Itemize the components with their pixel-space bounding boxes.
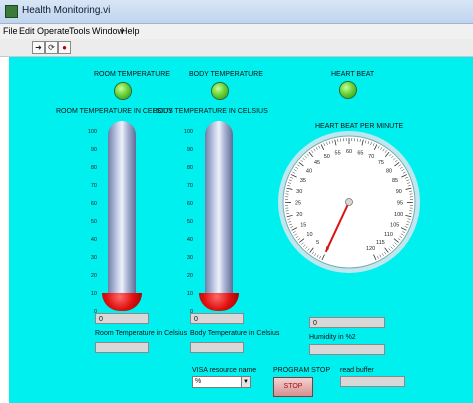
labview-app-icon [5, 5, 18, 18]
gauge-tick-label: 15 [300, 223, 306, 229]
toolbar: ➜ ⟳ ● [0, 39, 473, 57]
body-scale-tick: 100 [183, 129, 193, 135]
heart-rate-gauge: 0510152025303540455055606570758085909510… [278, 131, 420, 273]
gauge-tick-label: 10 [306, 232, 312, 238]
gauge-tick-label: 35 [300, 178, 306, 184]
gauge-tick-label: 30 [296, 189, 302, 195]
gauge-tick-label: 95 [397, 200, 403, 206]
humidity-caption: Humidity in %2 [309, 334, 356, 341]
menu-operate[interactable]: Operate [37, 26, 70, 36]
heart-led-label: HEART BEAT [331, 71, 375, 78]
menu-tools[interactable]: Tools [69, 26, 90, 36]
body-scale-tick: 10 [186, 291, 193, 297]
room-thermometer-tube [108, 121, 136, 293]
heart-rate-value: 0 [309, 317, 385, 328]
body-scale-tick: 30 [186, 255, 193, 261]
window-title: Health Monitoring.vi [22, 5, 111, 16]
front-panel: ROOM TEMPERATURE BODY TEMPERATURE HEART … [9, 57, 473, 403]
chevron-down-icon[interactable]: ▼ [241, 376, 251, 388]
body-scale-tick: 90 [186, 147, 193, 153]
gauge-tick-label: 90 [396, 189, 402, 195]
gauge-tick-label: 20 [296, 212, 302, 218]
body-temp-caption: Body Temperature in Celsius [190, 330, 280, 337]
gauge-tick-label: 40 [306, 168, 312, 174]
window-titlebar: Health Monitoring.vi [0, 0, 473, 24]
gauge-hub [345, 198, 353, 206]
read-buffer-label: read buffer [340, 367, 374, 374]
gauge-tick-label: 65 [357, 150, 363, 156]
body-temp-string [190, 342, 244, 353]
gauge-tick-label: 5 [316, 240, 319, 246]
run-continuously-icon[interactable]: ⟳ [45, 41, 58, 54]
body-scale-tick: 50 [186, 219, 193, 225]
stop-button[interactable]: STOP [273, 377, 313, 397]
menu-file[interactable]: File [3, 26, 18, 36]
room-led [115, 83, 131, 99]
body-scale-tick: 80 [186, 165, 193, 171]
room-scale-tick: 20 [90, 273, 97, 279]
body-thermometer-bulb [199, 293, 239, 311]
room-scale-tick: 90 [90, 147, 97, 153]
body-scale-tick: 20 [186, 273, 193, 279]
humidity-value [309, 344, 385, 355]
read-buffer-field [340, 376, 405, 387]
gauge-tick-label: 100 [394, 212, 403, 218]
gauge-tick-label: 75 [378, 160, 384, 166]
gauge-tick-label: 45 [314, 160, 320, 166]
menu-bar: File Edit Operate Tools Window Help [0, 24, 473, 39]
gauge-tick-label: 70 [368, 154, 374, 160]
gauge-tick-label: 60 [346, 149, 352, 155]
gauge-tick-label: 120 [366, 246, 375, 252]
body-scale-tick: 60 [186, 201, 193, 207]
body-scale-tick: 40 [186, 237, 193, 243]
gauge-tick-label: 85 [392, 178, 398, 184]
body-thermometer-tube [205, 121, 233, 293]
room-thermometer-bulb [102, 293, 142, 311]
room-scale-tick: 40 [90, 237, 97, 243]
abort-icon[interactable]: ● [58, 41, 71, 54]
gauge-tick-label: 50 [324, 154, 330, 160]
gauge-tick-label: 115 [376, 240, 385, 246]
menu-help[interactable]: Help [121, 26, 140, 36]
body-thermo-label: BODY TEMPERATURE IN CELSIUS [153, 108, 268, 115]
room-scale-tick: 60 [90, 201, 97, 207]
room-led-label: ROOM TEMPERATURE [94, 71, 170, 78]
gauge-tick-label: 80 [386, 168, 392, 174]
program-stop-label: PROGRAM STOP [273, 367, 331, 374]
menu-edit[interactable]: Edit [19, 26, 35, 36]
gauge-tick-label: 105 [390, 223, 399, 229]
room-scale-tick: 70 [90, 183, 97, 189]
body-led [212, 83, 228, 99]
heart-led [340, 82, 356, 98]
room-scale-tick: 30 [90, 255, 97, 261]
body-temp-value: 0 [190, 313, 244, 324]
menu-window[interactable]: Window [92, 26, 124, 36]
visa-label: VISA resource name [192, 367, 257, 374]
room-temp-string [95, 342, 149, 353]
room-scale-tick: 10 [90, 291, 97, 297]
gauge-tick-label: 25 [295, 200, 301, 206]
room-temp-value: 0 [95, 313, 149, 324]
room-scale-tick: 50 [90, 219, 97, 225]
body-led-label: BODY TEMPERATURE [189, 71, 263, 78]
room-scale-tick: 100 [87, 129, 97, 135]
room-temp-caption: Room Temperature in Celsius [95, 330, 188, 337]
gauge-tick-label: 55 [335, 150, 341, 156]
run-arrow-icon[interactable]: ➜ [32, 41, 45, 54]
body-scale-tick: 70 [186, 183, 193, 189]
room-scale-tick: 80 [90, 165, 97, 171]
gauge-tick-label: 110 [384, 232, 393, 238]
